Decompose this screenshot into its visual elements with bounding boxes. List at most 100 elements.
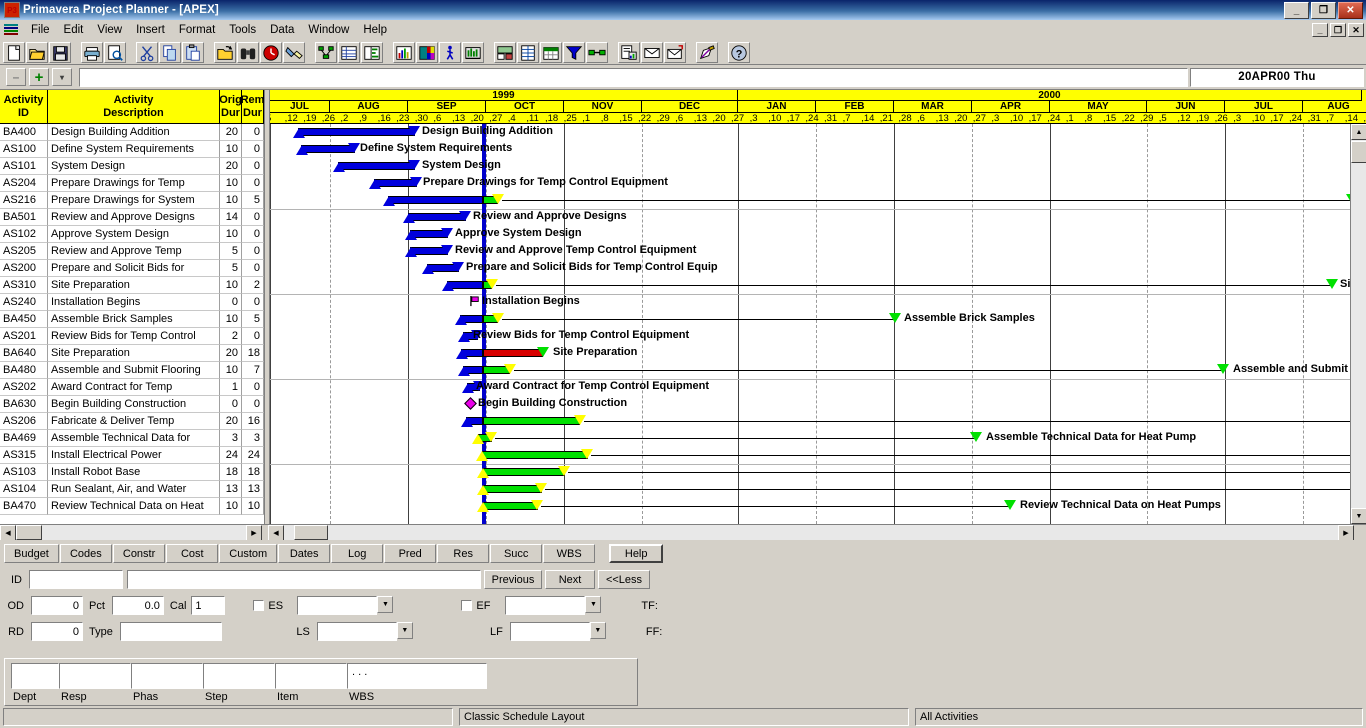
walking-person-button[interactable]	[439, 42, 461, 63]
menu-help[interactable]: Help	[356, 22, 394, 38]
gantt-row[interactable]: System Design	[270, 158, 1366, 175]
gantt-row[interactable]: Prepare and Solicit Bids for Temp Contro…	[270, 260, 1366, 277]
timescale-header[interactable]: 19992000JULAUGSEPOCTNOVDECJANFEBMARAPRMA…	[270, 90, 1366, 124]
od-input[interactable]: 0	[31, 596, 83, 615]
gantt-hscroll-thumb[interactable]	[294, 525, 328, 540]
table-row[interactable]: BA469Assemble Technical Data for33	[0, 430, 264, 447]
cell-description[interactable]: Assemble Brick Samples	[48, 311, 220, 328]
cell-activity-id[interactable]: BA630	[0, 396, 48, 413]
cell-description[interactable]: Site Preparation	[48, 277, 220, 294]
cell-description[interactable]: Begin Building Construction	[48, 396, 220, 413]
cell-activity-id[interactable]: AS200	[0, 260, 48, 277]
cell-orig-dur[interactable]: 5	[220, 260, 242, 277]
cell-rem-dur[interactable]: 0	[242, 243, 264, 260]
close-button[interactable]: ✕	[1338, 2, 1363, 19]
mail-envelope-button[interactable]	[641, 42, 663, 63]
cell-activity-id[interactable]: BA480	[0, 362, 48, 379]
cell-orig-dur[interactable]: 10	[220, 175, 242, 192]
gantt-bar-remaining[interactable]	[482, 451, 588, 459]
table-row[interactable]: AS204Prepare Drawings for Temp100	[0, 175, 264, 192]
gantt-bar[interactable]	[298, 128, 415, 136]
table-row[interactable]: BA450Assemble Brick Samples105	[0, 311, 264, 328]
gantt-row[interactable]: Define System Requirements	[270, 141, 1366, 158]
cell-orig-dur[interactable]: 10	[220, 226, 242, 243]
table-hscroll-track[interactable]	[16, 525, 246, 540]
cell-activity-id[interactable]: AS204	[0, 175, 48, 192]
cell-activity-id[interactable]: AS216	[0, 192, 48, 209]
cell-orig-dur[interactable]: 5	[220, 243, 242, 260]
cell-orig-dur[interactable]: 10	[220, 192, 242, 209]
mail-send-button[interactable]	[664, 42, 686, 63]
pert-network-button[interactable]	[315, 42, 337, 63]
gantt-row[interactable]: Review and Approve Temp Control Equipmen…	[270, 243, 1366, 260]
cell-description[interactable]: Fabricate & Deliver Temp	[48, 413, 220, 430]
cell-activity-id[interactable]: AS206	[0, 413, 48, 430]
cell-description[interactable]: Run Sealant, Air, and Water	[48, 481, 220, 498]
cell-description[interactable]: Review and Approve Designs	[48, 209, 220, 226]
tab-res[interactable]: Res	[437, 544, 489, 563]
cell-description[interactable]: Install Robot Base	[48, 464, 220, 481]
menu-format[interactable]: Format	[172, 22, 222, 38]
cell-rem-dur[interactable]: 0	[242, 294, 264, 311]
open-folder-button[interactable]	[26, 42, 48, 63]
table-row[interactable]: AS201Review Bids for Temp Control20	[0, 328, 264, 345]
gantt-bar[interactable]	[338, 162, 415, 170]
gantt-row[interactable]: Begin Building Construction	[270, 396, 1366, 413]
cell-rem-dur[interactable]: 18	[242, 345, 264, 362]
cell-rem-dur[interactable]: 5	[242, 192, 264, 209]
cell-rem-dur[interactable]: 18	[242, 464, 264, 481]
table-row[interactable]: AS240Installation Begins00	[0, 294, 264, 311]
chevron-down-icon[interactable]: ▼	[377, 596, 393, 613]
dropdown-button[interactable]: ▾	[52, 68, 72, 86]
cell-orig-dur[interactable]: 10	[220, 141, 242, 158]
lf-combo[interactable]: ▼	[510, 622, 606, 641]
cell-orig-dur[interactable]: 2	[220, 328, 242, 345]
tab-custom[interactable]: Custom	[219, 544, 277, 563]
print-preview-button[interactable]	[104, 42, 126, 63]
cell-orig-dur[interactable]: 24	[220, 447, 242, 464]
tab-cost[interactable]: Cost	[166, 544, 218, 563]
filter-indicator[interactable]: All Activities	[915, 708, 1363, 726]
gantt-row[interactable]: Prepare Drawings for System Cont	[270, 192, 1366, 209]
cell-description[interactable]: Site Preparation	[48, 345, 220, 362]
cell-orig-dur[interactable]: 18	[220, 464, 242, 481]
tab-constr[interactable]: Constr	[113, 544, 165, 563]
cell-activity-id[interactable]: BA640	[0, 345, 48, 362]
cell-rem-dur[interactable]: 10	[242, 498, 264, 515]
table-row[interactable]: AS102Approve System Design100	[0, 226, 264, 243]
cell-orig-dur[interactable]: 14	[220, 209, 242, 226]
tab-dates[interactable]: Dates	[278, 544, 330, 563]
cell-orig-dur[interactable]: 10	[220, 277, 242, 294]
previous-button[interactable]: Previous	[484, 570, 542, 589]
table-row[interactable]: BA400Design Building Addition200	[0, 124, 264, 141]
tab-wbs[interactable]: WBS	[543, 544, 595, 563]
cell-orig-dur[interactable]: 20	[220, 124, 242, 141]
cell-activity-id[interactable]: AS315	[0, 447, 48, 464]
cell-rem-dur[interactable]: 0	[242, 379, 264, 396]
gantt-row[interactable]: Site Preparation	[270, 345, 1366, 362]
paste-button[interactable]	[182, 42, 204, 63]
code-input-dept[interactable]	[11, 663, 59, 689]
menu-tools[interactable]: Tools	[222, 22, 263, 38]
binoculars-find-button[interactable]	[237, 42, 259, 63]
activity-table-button[interactable]	[338, 42, 360, 63]
ef-combo[interactable]: ▼	[505, 596, 601, 615]
table-row[interactable]: AS205Review and Approve Temp50	[0, 243, 264, 260]
edit-bar-field[interactable]	[79, 68, 1188, 87]
chevron-down-icon[interactable]: ▼	[397, 622, 413, 639]
column-header-orig-dur[interactable]: Orig Dur	[220, 90, 242, 124]
cell-activity-id[interactable]: AS201	[0, 328, 48, 345]
lf-input[interactable]	[510, 622, 590, 641]
cell-activity-id[interactable]: AS103	[0, 464, 48, 481]
cell-description[interactable]: Installation Begins	[48, 294, 220, 311]
tools-pencil-button[interactable]	[696, 42, 718, 63]
resource-profile-button[interactable]	[416, 42, 438, 63]
cell-activity-id[interactable]: AS310	[0, 277, 48, 294]
cell-orig-dur[interactable]: 10	[220, 498, 242, 515]
cell-rem-dur[interactable]: 0	[242, 226, 264, 243]
table-row[interactable]: BA501Review and Approve Designs140	[0, 209, 264, 226]
es-input[interactable]	[297, 596, 377, 615]
gantt-bar-remaining[interactable]	[483, 468, 565, 476]
scroll-down-button[interactable]: ▼	[1351, 508, 1366, 524]
chevron-down-icon[interactable]: ▼	[585, 596, 601, 613]
